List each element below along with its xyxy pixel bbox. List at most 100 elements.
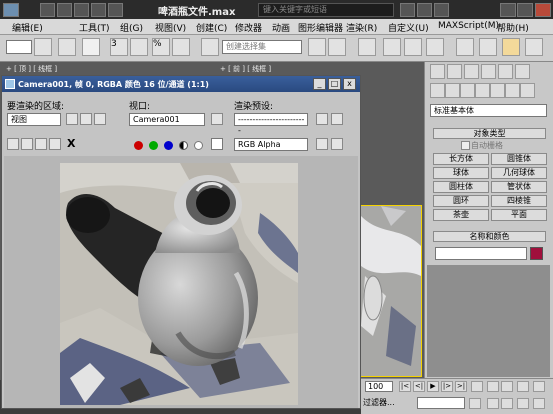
object-color-swatch[interactable] [530, 247, 543, 260]
redo-icon[interactable] [108, 3, 123, 17]
curve-editor-icon[interactable] [404, 38, 422, 56]
save-image-icon[interactable] [7, 138, 19, 150]
angle-snap-icon[interactable] [130, 38, 148, 56]
zoom-extents-all-icon[interactable] [533, 381, 545, 392]
blue-channel-toggle[interactable] [164, 141, 173, 150]
frame-count-field[interactable]: 100 [365, 381, 393, 392]
geometry-icon[interactable] [430, 83, 445, 98]
menu-animation[interactable]: 动画 [272, 21, 290, 34]
close-button[interactable] [535, 3, 551, 17]
help-icon[interactable] [434, 3, 449, 17]
render-production-icon[interactable] [525, 38, 543, 56]
channel-display-dropdown[interactable]: RGB Alpha [234, 138, 308, 151]
zoom-icon[interactable] [487, 381, 499, 392]
systems-icon[interactable] [520, 83, 535, 98]
menu-customize[interactable]: 自定义(U) [388, 21, 429, 34]
render-setup-small-icon[interactable] [316, 113, 328, 125]
object-type-rollout-header[interactable]: 对象类型 [433, 128, 546, 139]
save-file-icon[interactable] [74, 3, 89, 17]
cone-button[interactable]: 圆锥体 [491, 153, 547, 165]
new-file-icon[interactable] [40, 3, 55, 17]
menu-create[interactable]: 创建(C) [196, 21, 227, 34]
plane-button[interactable]: 平面 [491, 209, 547, 221]
next-frame-icon[interactable]: |> [441, 381, 453, 392]
render-preset-dropdown[interactable]: ------------------------ [234, 113, 308, 135]
menu-view[interactable]: 视图(V) [155, 21, 186, 34]
sphere-button[interactable]: 球体 [433, 167, 489, 179]
select-link-icon[interactable] [34, 38, 52, 56]
viewport-dropdown[interactable]: Camera001 [129, 113, 205, 126]
copy-image-icon[interactable] [21, 138, 33, 150]
alpha-channel-toggle[interactable] [179, 141, 188, 150]
render-maximize-button[interactable]: □ [328, 78, 341, 90]
display-tab-icon[interactable] [498, 64, 513, 79]
render-window-titlebar[interactable]: Camera001, 帧 0, RGBA 颜色 16 位/通道 (1:1) _ … [2, 76, 360, 92]
clone-window-icon[interactable] [35, 138, 47, 150]
menu-modifiers[interactable]: 修改器 [235, 21, 262, 34]
utilities-tab-icon[interactable] [515, 64, 530, 79]
environment-effects-icon[interactable] [331, 113, 343, 125]
material-editor-icon[interactable] [456, 38, 474, 56]
open-file-icon[interactable] [57, 3, 72, 17]
maximize-viewport-icon[interactable] [533, 398, 545, 409]
teapot-button[interactable]: 茶壶 [433, 209, 489, 221]
select-object-icon[interactable] [82, 38, 100, 56]
toggle-ui-overlay-icon[interactable] [316, 138, 328, 150]
orbit-icon[interactable] [517, 398, 529, 409]
named-selection-set-input[interactable]: 创建选择集 [222, 40, 302, 54]
area-to-render-dropdown[interactable]: 视图 [7, 113, 61, 126]
key-mode-icon[interactable] [471, 381, 483, 392]
motion-tab-icon[interactable] [481, 64, 496, 79]
snap-toggle-icon[interactable]: 3 [110, 38, 128, 56]
search-icon[interactable] [400, 3, 415, 17]
previous-frame-icon[interactable]: <| [413, 381, 425, 392]
current-frame-field[interactable] [417, 397, 465, 409]
render-close-button[interactable]: x [343, 78, 356, 90]
menu-render[interactable]: 渲染(R) [346, 21, 377, 34]
layer-manager-icon[interactable] [358, 38, 376, 56]
viewport-label-top[interactable]: + [ 顶 ] [ 线框 ] [6, 64, 57, 74]
spinner-snap-icon[interactable] [172, 38, 190, 56]
lock-viewport-icon[interactable] [211, 113, 223, 125]
pyramid-button[interactable]: 四棱锥 [491, 195, 547, 207]
minimize-button[interactable] [500, 3, 516, 17]
zoom-extents-icon[interactable] [517, 381, 529, 392]
go-to-start-icon[interactable]: |< [399, 381, 411, 392]
undo-icon[interactable] [91, 3, 106, 17]
cameras-icon[interactable] [475, 83, 490, 98]
app-logo-icon[interactable] [3, 3, 19, 17]
render-setup-icon[interactable] [479, 38, 497, 56]
region-toggle-icon[interactable] [94, 113, 106, 125]
torus-button[interactable]: 圆环 [433, 195, 489, 207]
spacewarps-icon[interactable] [505, 83, 520, 98]
geosphere-button[interactable]: 几何球体 [491, 167, 547, 179]
graphite-icon[interactable] [383, 38, 401, 56]
menu-help[interactable]: 帮助(H) [497, 21, 529, 34]
schematic-view-icon[interactable] [426, 38, 444, 56]
object-name-input[interactable] [435, 247, 527, 260]
helpers-icon[interactable] [490, 83, 505, 98]
edit-region-icon[interactable] [66, 113, 78, 125]
viewport-label-front[interactable]: + [ 前 ] [ 线框 ] [220, 64, 271, 74]
tube-button[interactable]: 管状体 [491, 181, 547, 193]
box-button[interactable]: 长方体 [433, 153, 489, 165]
move-icon[interactable] [58, 38, 76, 56]
field-of-view-icon[interactable] [501, 398, 513, 409]
cylinder-button[interactable]: 圆柱体 [433, 181, 489, 193]
create-tab-icon[interactable] [430, 64, 445, 79]
menu-group[interactable]: 组(G) [120, 21, 143, 34]
edit-named-selection-icon[interactable] [201, 38, 219, 56]
mirror-icon[interactable] [308, 38, 326, 56]
toggle-ui-icon[interactable] [331, 138, 343, 150]
object-category-dropdown[interactable]: 标准基本体 [430, 104, 547, 117]
auto-region-icon[interactable] [80, 113, 92, 125]
key-filters-button[interactable]: 过滤器... [363, 397, 395, 408]
time-config-icon[interactable] [469, 398, 481, 409]
hierarchy-tab-icon[interactable] [464, 64, 479, 79]
selection-filter-dropdown[interactable] [6, 40, 32, 54]
search-input[interactable]: 键入关键字或短语 [258, 3, 394, 17]
zoom-all-icon[interactable] [501, 381, 513, 392]
star-icon[interactable] [417, 3, 432, 17]
lights-icon[interactable] [460, 83, 475, 98]
align-icon[interactable] [328, 38, 346, 56]
